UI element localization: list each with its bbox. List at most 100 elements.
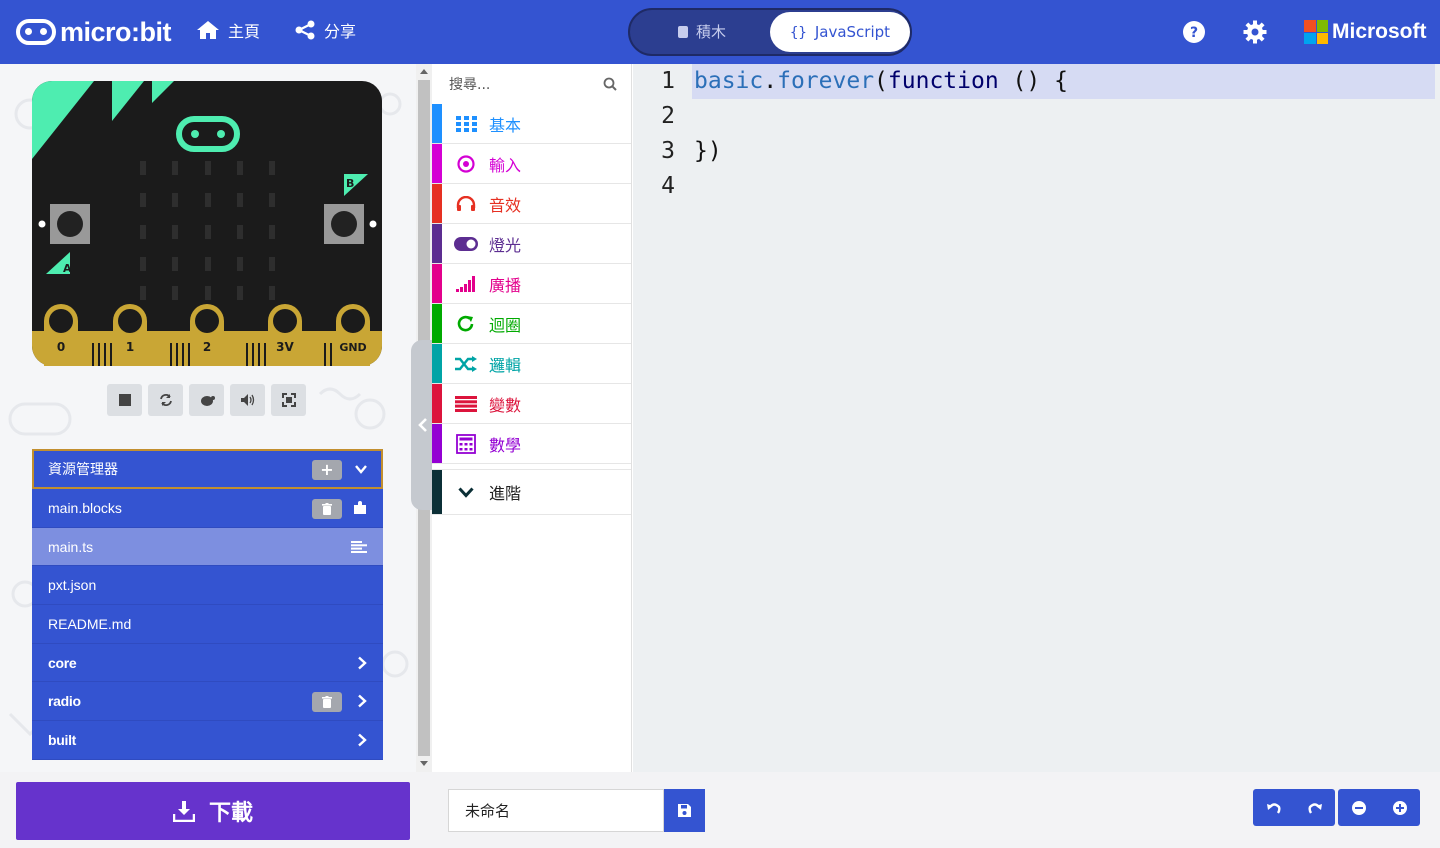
- microbit-logo-icon: [16, 19, 56, 45]
- file-main-blocks[interactable]: main.blocks: [32, 489, 383, 528]
- category-label: 基本: [489, 115, 522, 135]
- toggle-icon: [454, 232, 478, 256]
- code-token-dot: .: [763, 68, 778, 94]
- top-menu-bar: micro:bit 主頁 分享 積木 {} JavaScript ? Micro…: [0, 0, 1440, 64]
- category-label: 變數: [489, 395, 522, 415]
- folder-built[interactable]: built: [32, 721, 383, 760]
- category-variables[interactable]: 變數: [432, 384, 631, 424]
- category-logic[interactable]: 邏輯: [432, 344, 631, 384]
- toolbox-search[interactable]: 搜尋...: [432, 64, 631, 104]
- button-a-label: A: [63, 262, 72, 275]
- slow-motion-button[interactable]: [189, 384, 224, 416]
- signal-bars-icon: [454, 272, 478, 296]
- fullscreen-button[interactable]: [271, 384, 306, 416]
- line-number: 1: [661, 68, 675, 94]
- stop-icon: [118, 394, 131, 406]
- plus-icon: +: [320, 460, 334, 479]
- target-icon: [454, 152, 478, 176]
- redo-icon: [1307, 802, 1322, 814]
- editor-mode-toggle: 積木 {} JavaScript: [628, 8, 912, 56]
- puzzle-icon: [677, 26, 688, 38]
- blocks-mode-tab[interactable]: 積木: [634, 12, 770, 52]
- download-button[interactable]: 下載: [16, 782, 410, 840]
- restart-button[interactable]: [148, 384, 183, 416]
- category-advanced[interactable]: 進階: [432, 469, 631, 515]
- folder-core[interactable]: core: [32, 643, 383, 683]
- stop-button[interactable]: [107, 384, 142, 416]
- pin-1-label: 1: [126, 340, 134, 354]
- category-label: 進階: [489, 484, 522, 503]
- category-led[interactable]: 燈光: [432, 224, 631, 264]
- category-math[interactable]: 數學: [432, 424, 631, 464]
- file-main-ts[interactable]: main.ts: [32, 527, 383, 567]
- list-icon: [454, 392, 478, 416]
- code-line-3[interactable]: 3 }): [633, 134, 1435, 169]
- simulator-controls: [107, 384, 306, 416]
- save-button[interactable]: [664, 789, 705, 832]
- undo-button[interactable]: [1253, 789, 1294, 826]
- line-number: 2: [661, 103, 675, 129]
- category-input[interactable]: 輸入: [432, 144, 631, 184]
- folder-name: built: [48, 731, 77, 748]
- file-name: README.md: [48, 615, 132, 632]
- code-token-keyword: function: [887, 68, 999, 94]
- javascript-mode-label: JavaScript: [814, 23, 891, 41]
- code-token-method: forever: [777, 68, 875, 94]
- project-name-group: [448, 789, 705, 832]
- share-icon: [295, 20, 315, 40]
- share-button[interactable]: 分享: [294, 18, 356, 42]
- category-basic[interactable]: 基本: [432, 104, 631, 144]
- folder-name: radio: [48, 693, 81, 710]
- delete-package-button[interactable]: [312, 692, 342, 713]
- code-token-rest: () {: [998, 68, 1068, 94]
- line-code: }): [694, 138, 722, 164]
- microsoft-logo[interactable]: Microsoft: [1304, 20, 1427, 44]
- chevron-right-icon: [358, 733, 367, 747]
- pin-gnd-label: GND: [339, 341, 366, 354]
- explorer-header[interactable]: 資源管理器 +: [32, 449, 383, 489]
- file-name: main.blocks: [48, 499, 122, 516]
- zoom-out-icon: [1351, 800, 1366, 815]
- code-token-object: basic: [694, 68, 764, 94]
- project-name-input[interactable]: [448, 789, 664, 832]
- undo-icon: [1266, 802, 1281, 814]
- brand-logo[interactable]: micro:bit: [16, 14, 172, 50]
- home-label: 主頁: [228, 22, 261, 41]
- code-line-1[interactable]: 1 basic.forever(function () {: [633, 64, 1435, 99]
- search-icon[interactable]: [603, 77, 617, 91]
- category-radio[interactable]: 廣播: [432, 264, 631, 304]
- scroll-up-icon[interactable]: [420, 69, 428, 74]
- code-line-4[interactable]: 4: [633, 169, 1435, 204]
- calculator-icon: [454, 432, 478, 456]
- chevron-down-icon[interactable]: [355, 465, 367, 474]
- mute-button[interactable]: [230, 384, 265, 416]
- undo-redo-group: [1253, 789, 1335, 826]
- shuffle-icon: [454, 352, 478, 376]
- file-readme[interactable]: README.md: [32, 605, 383, 644]
- save-icon: [678, 804, 691, 817]
- redo-button[interactable]: [1294, 789, 1335, 826]
- bottom-toolbar: 下載: [0, 772, 1440, 848]
- category-loops[interactable]: 迴圈: [432, 304, 631, 344]
- add-file-button[interactable]: +: [312, 460, 342, 480]
- brand-name: micro:bit: [60, 16, 172, 47]
- braces-icon: {}: [789, 25, 807, 41]
- zoom-in-button[interactable]: [1379, 789, 1420, 826]
- code-line-2[interactable]: 2: [633, 99, 1435, 134]
- home-button[interactable]: 主頁: [196, 18, 260, 42]
- zoom-out-button[interactable]: [1338, 789, 1379, 826]
- code-editor[interactable]: 1 basic.forever(function () { 2 3 }) 4: [633, 64, 1440, 772]
- category-label: 音效: [489, 195, 522, 215]
- category-music[interactable]: 音效: [432, 184, 631, 224]
- share-label: 分享: [324, 22, 357, 41]
- question-circle-icon[interactable]: ?: [1182, 20, 1206, 44]
- delete-file-button[interactable]: [312, 499, 342, 519]
- line-code: basic.forever(function () {: [694, 64, 1068, 99]
- file-pxt-json[interactable]: pxt.json: [32, 566, 383, 606]
- javascript-mode-tab[interactable]: {} JavaScript: [770, 12, 910, 52]
- folder-radio[interactable]: radio: [32, 682, 383, 722]
- gear-icon[interactable]: [1243, 20, 1267, 44]
- mute-icon: [240, 394, 254, 406]
- scroll-down-icon[interactable]: [420, 761, 428, 766]
- collapse-simulator-handle[interactable]: [411, 340, 433, 510]
